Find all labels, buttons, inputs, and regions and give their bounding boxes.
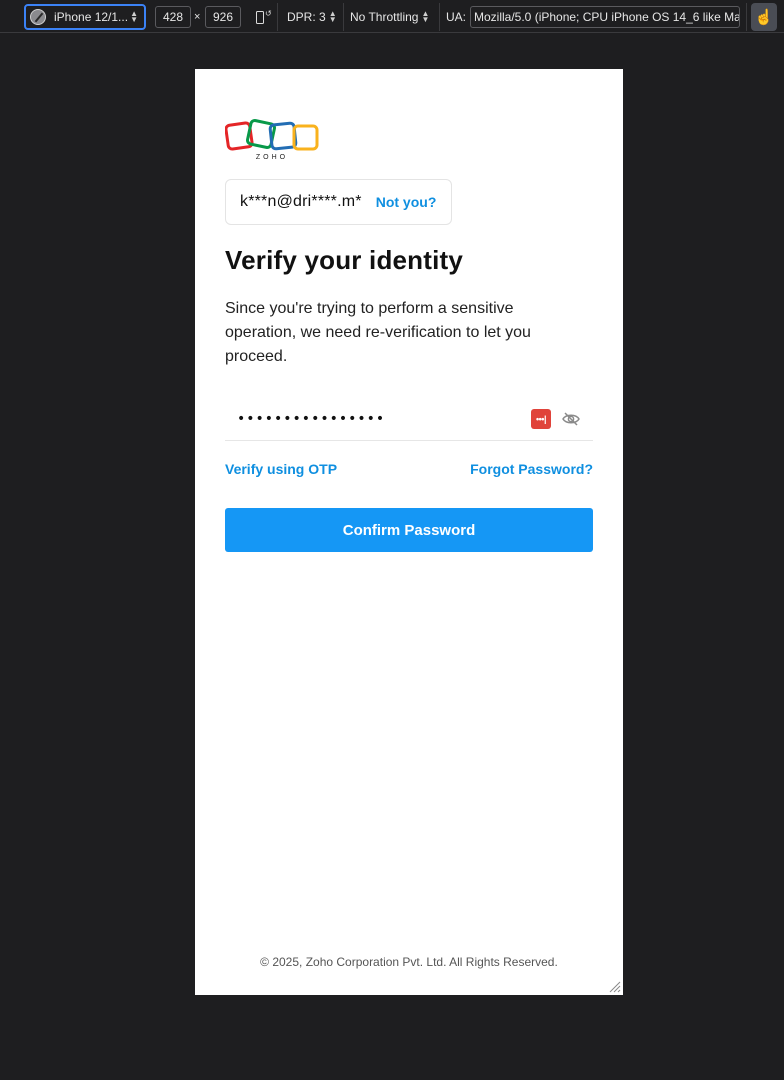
zoho-logo: ZOHO xyxy=(225,119,319,161)
throttling-select[interactable]: No Throttling ▲ ▼ xyxy=(350,4,436,30)
not-you-link[interactable]: Not you? xyxy=(376,194,437,210)
user-agent-input[interactable]: Mozilla/5.0 (iPhone; CPU iPhone OS 14_6 … xyxy=(470,6,740,28)
chevron-updown-icon: ▲ ▼ xyxy=(130,9,138,24)
hand-pointer-icon: ☝ xyxy=(754,9,774,26)
user-agent-label: UA: xyxy=(446,10,467,24)
forgot-password-link[interactable]: Forgot Password? xyxy=(470,461,593,477)
resize-handle-icon[interactable] xyxy=(609,981,621,993)
dimension-separator: × xyxy=(194,11,201,23)
rotate-device-icon xyxy=(256,9,272,24)
height-input[interactable]: 926 xyxy=(205,6,241,28)
devtools-toolbar: iPhone 12/1... ▲▼ 428 × 926 DPR: 3 ▲▼ No… xyxy=(0,0,784,33)
throttling-label: No Throttling xyxy=(350,10,419,24)
account-chip: k***n@dri****.m* Not you? xyxy=(225,179,452,225)
dpr-select[interactable]: DPR: 3 ▲ ▼ xyxy=(287,4,341,30)
hide-password-eye-icon[interactable] xyxy=(561,409,581,429)
chevron-updown-icon: ▲ ▼ xyxy=(328,9,337,24)
toolbar-divider xyxy=(746,3,747,31)
auth-links: Verify using OTP Forgot Password? xyxy=(225,461,593,477)
width-input[interactable]: 428 xyxy=(155,6,191,28)
touch-simulation-button[interactable]: ☝ xyxy=(751,3,777,31)
mobile-viewport: ZOHO k***n@dri****.m* Not you? Verify yo… xyxy=(195,69,623,995)
confirm-password-button[interactable]: Confirm Password xyxy=(225,508,593,552)
masked-email: k***n@dri****.m* xyxy=(240,193,362,210)
toolbar-divider xyxy=(277,3,278,31)
device-label: iPhone 12/1... xyxy=(54,10,128,24)
logo-wordmark: ZOHO xyxy=(256,154,288,161)
password-field: •••| xyxy=(225,397,593,441)
password-manager-icon[interactable]: •••| xyxy=(531,408,551,429)
password-input[interactable] xyxy=(225,398,531,439)
verify-otp-link[interactable]: Verify using OTP xyxy=(225,461,337,477)
rotate-button[interactable] xyxy=(250,4,272,30)
compass-icon xyxy=(30,9,46,25)
dpr-label: DPR: 3 xyxy=(287,10,326,24)
chevron-updown-icon: ▲ ▼ xyxy=(421,9,430,24)
page-title: Verify your identity xyxy=(225,245,464,275)
toolbar-divider xyxy=(439,3,440,31)
toolbar-divider xyxy=(343,3,344,31)
device-select[interactable]: iPhone 12/1... ▲ ▼ xyxy=(24,4,146,30)
page-description: Since you're trying to perform a sensiti… xyxy=(225,300,531,365)
copyright-footer: © 2025, Zoho Corporation Pvt. Ltd. All R… xyxy=(260,955,558,969)
